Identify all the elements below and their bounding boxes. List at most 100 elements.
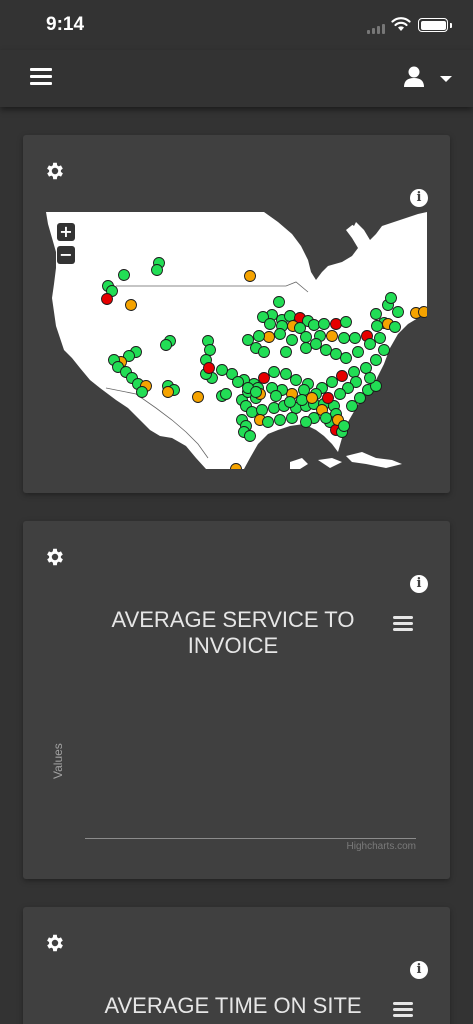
zoom-out-button[interactable]: − xyxy=(57,246,75,264)
zoom-in-button[interactable]: + xyxy=(57,223,75,241)
map-marker[interactable] xyxy=(326,330,338,342)
map-marker[interactable] xyxy=(392,306,404,318)
highcharts-credits[interactable]: Highcharts.com xyxy=(347,841,416,852)
wifi-icon xyxy=(391,17,411,31)
map-marker[interactable] xyxy=(389,321,401,333)
chart-menu-icon[interactable] xyxy=(393,616,413,632)
user-icon xyxy=(404,66,424,87)
gear-icon[interactable] xyxy=(44,932,66,954)
map-marker[interactable] xyxy=(160,339,172,351)
map-marker[interactable] xyxy=(268,366,280,378)
map-card: i + − xyxy=(23,135,450,493)
map-marker[interactable] xyxy=(374,332,386,344)
gear-icon[interactable] xyxy=(44,160,66,182)
map-marker[interactable] xyxy=(270,390,282,402)
map-marker[interactable] xyxy=(253,330,265,342)
map-marker[interactable] xyxy=(318,318,330,330)
status-time: 9:14 xyxy=(46,14,85,35)
map-marker[interactable] xyxy=(310,338,322,350)
map-marker[interactable] xyxy=(300,342,312,354)
map-marker[interactable] xyxy=(284,310,296,322)
map-marker[interactable] xyxy=(264,318,276,330)
map-marker[interactable] xyxy=(334,388,346,400)
map-marker[interactable] xyxy=(280,346,292,358)
map-marker[interactable] xyxy=(274,328,286,340)
map-marker[interactable] xyxy=(338,332,350,344)
map-marker[interactable] xyxy=(244,270,256,282)
map-marker[interactable] xyxy=(232,376,244,388)
map-marker[interactable] xyxy=(273,296,285,308)
map-marker[interactable] xyxy=(364,338,376,350)
user-menu-button[interactable] xyxy=(404,66,454,92)
map-marker[interactable] xyxy=(118,269,130,281)
map-marker[interactable] xyxy=(360,362,372,374)
map-marker[interactable] xyxy=(378,344,390,356)
map-marker[interactable] xyxy=(306,392,318,404)
map-marker[interactable] xyxy=(220,388,232,400)
map-marker[interactable] xyxy=(340,352,352,364)
map-marker[interactable] xyxy=(162,386,174,398)
map-marker[interactable] xyxy=(336,370,348,382)
map-marker[interactable] xyxy=(262,416,274,428)
map-marker[interactable] xyxy=(244,430,256,442)
map-marker[interactable] xyxy=(101,293,113,305)
map-marker[interactable] xyxy=(263,331,275,343)
map-marker[interactable] xyxy=(340,316,352,328)
map-marker[interactable] xyxy=(348,366,360,378)
info-icon[interactable]: i xyxy=(410,575,428,593)
map-marker[interactable] xyxy=(330,348,342,360)
app-header xyxy=(0,50,473,107)
chevron-down-icon xyxy=(440,76,452,82)
hamburger-icon[interactable] xyxy=(30,68,52,88)
map-marker[interactable] xyxy=(370,354,382,366)
chart-title-line1: AVERAGE SERVICE TO xyxy=(111,607,355,632)
x-axis-line xyxy=(85,838,416,839)
map-marker[interactable] xyxy=(352,346,364,358)
map-marker[interactable] xyxy=(322,392,334,404)
chart-title-line2: INVOICE xyxy=(187,633,279,658)
map-marker[interactable] xyxy=(418,306,428,318)
chart-menu-icon[interactable] xyxy=(393,1002,413,1018)
map-marker[interactable] xyxy=(286,334,298,346)
map-marker[interactable] xyxy=(300,416,312,428)
map-marker[interactable] xyxy=(280,368,292,380)
map-marker[interactable] xyxy=(151,264,163,276)
battery-icon xyxy=(418,18,452,32)
map-marker[interactable] xyxy=(296,394,308,406)
cellular-signal-icon xyxy=(367,24,387,34)
map-marker[interactable] xyxy=(258,372,270,384)
map-marker[interactable] xyxy=(349,332,361,344)
map-marker[interactable] xyxy=(330,318,342,330)
map-marker[interactable] xyxy=(338,420,350,432)
info-icon[interactable]: i xyxy=(410,189,428,207)
map-marker[interactable] xyxy=(308,319,320,331)
map-marker[interactable] xyxy=(136,386,148,398)
map-marker[interactable] xyxy=(290,374,302,386)
map-island xyxy=(290,452,402,469)
map-marker[interactable] xyxy=(364,372,376,384)
map-marker[interactable] xyxy=(371,320,383,332)
map-marker[interactable] xyxy=(125,299,137,311)
map-marker[interactable] xyxy=(216,364,228,376)
map-marker[interactable] xyxy=(320,412,332,424)
info-icon[interactable]: i xyxy=(410,961,428,979)
map-marker[interactable] xyxy=(326,376,338,388)
map-marker[interactable] xyxy=(286,412,298,424)
us-map[interactable]: + − xyxy=(46,212,427,469)
map-marker[interactable] xyxy=(320,344,332,356)
map-marker[interactable] xyxy=(192,391,204,403)
map-marker[interactable] xyxy=(258,346,270,358)
status-bar: 9:14 xyxy=(0,0,473,50)
map-marker[interactable] xyxy=(250,386,262,398)
map-marker[interactable] xyxy=(274,414,286,426)
map-marker[interactable] xyxy=(204,344,216,356)
map-marker[interactable] xyxy=(268,402,280,414)
map-marker[interactable] xyxy=(370,308,382,320)
map-marker[interactable] xyxy=(256,404,268,416)
map-marker[interactable] xyxy=(203,362,215,374)
gear-icon[interactable] xyxy=(44,546,66,568)
chart-title: AVERAGE TIME ON SITE xyxy=(104,993,362,1018)
map-marker[interactable] xyxy=(284,396,296,408)
map-marker[interactable] xyxy=(300,331,312,343)
map-marker[interactable] xyxy=(385,292,397,304)
